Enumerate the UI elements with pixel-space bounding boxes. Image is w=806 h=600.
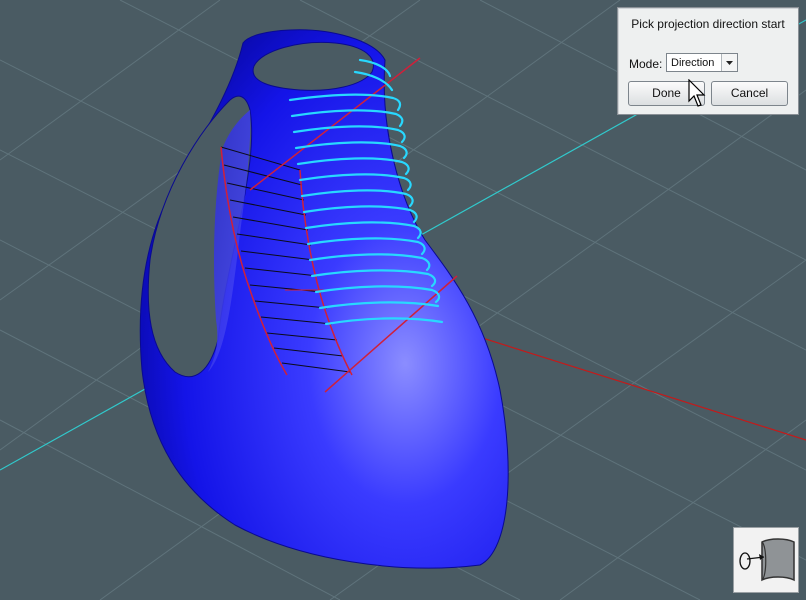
project-curve-icon[interactable] <box>733 527 799 593</box>
mode-label: Mode: <box>629 57 663 71</box>
mode-select[interactable]: Direction <box>666 53 738 72</box>
cancel-button[interactable]: Cancel <box>711 81 788 106</box>
mode-select-value: Direction <box>671 57 715 69</box>
projection-dialog: Pick projection direction start Mode: Di… <box>617 7 799 115</box>
mouse-pointer-icon <box>688 79 706 107</box>
chevron-down-icon[interactable] <box>721 54 737 71</box>
dialog-title: Pick projection direction start <box>631 17 785 31</box>
